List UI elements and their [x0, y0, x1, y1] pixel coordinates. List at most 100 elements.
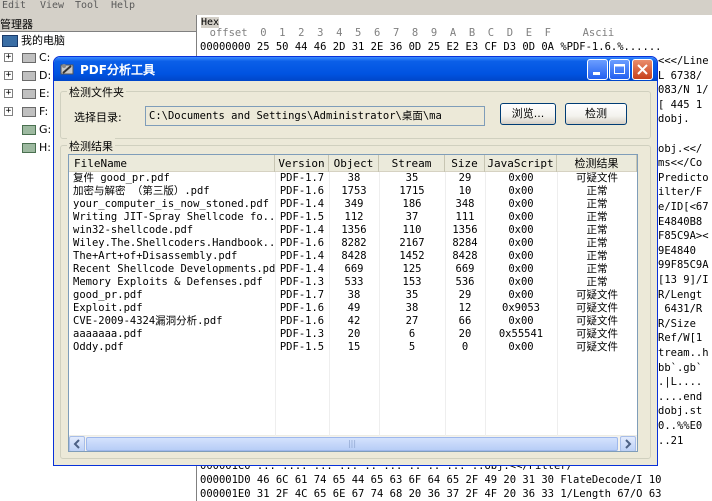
col-filename-cell: Oddy.pdf: [73, 341, 124, 353]
results-group-label: 检测结果: [67, 138, 115, 154]
browse-button[interactable]: 浏览...: [500, 103, 556, 125]
hex-ascii-fragment: 99F85C9A: [658, 259, 709, 272]
title-bar[interactable]: PDF分析工具: [54, 57, 657, 81]
col-stream-cell: 1715: [399, 185, 425, 197]
hex-ascii-fragment: R/Size: [658, 317, 703, 330]
drive-icon: [22, 71, 36, 81]
maximize-button[interactable]: [609, 59, 630, 80]
col-version-header[interactable]: Version: [275, 155, 329, 172]
col-result-cell: 可疑文件: [576, 289, 618, 301]
table-row[interactable]: Oddy.pdf PDF-1.5 15 5 0 0x00 可疑文件: [69, 341, 637, 354]
col-object-cell: 533: [344, 276, 364, 288]
col-object-cell: 669: [344, 263, 364, 275]
col-result-cell: 可疑文件: [576, 341, 618, 353]
table-row[interactable]: Recent Shellcode Developments.pdf PDF-1.4…: [69, 263, 637, 276]
table-row[interactable]: CVE-2009-4324漏洞分析.pdf PDF-1.6 42 27 66 0x00 可疑…: [69, 315, 637, 328]
col-object-cell: 42: [347, 315, 361, 327]
drive-icon: [22, 53, 36, 63]
expand-icon[interactable]: +: [4, 107, 13, 116]
expand-icon[interactable]: +: [4, 53, 13, 62]
col-stream-cell: 110: [402, 224, 422, 236]
col-result-cell: 正常: [586, 263, 608, 275]
table-row[interactable]: Exploit.pdf PDF-1.6 49 38 12 0x9053 可疑文件: [69, 302, 637, 315]
app-icon: [60, 64, 74, 75]
menu-edit[interactable]: Edit: [2, 0, 26, 11]
table-row[interactable]: Memory Exploits & Defenses.pdf PDF-1.3 533…: [69, 276, 637, 289]
col-size-cell: 8284: [452, 237, 478, 249]
col-filename-header[interactable]: FileName: [69, 155, 275, 172]
tree-item-e[interactable]: + E:: [4, 86, 50, 102]
col-filename-cell: 复件 good_pr.pdf: [73, 172, 170, 184]
scroll-right-button[interactable]: [620, 436, 636, 451]
col-stream-header[interactable]: Stream: [379, 155, 445, 172]
col-stream-cell: 35: [405, 172, 419, 184]
col-version-cell: PDF-1.5: [279, 211, 325, 223]
table-row[interactable]: Writing JIT-Spray Shellcode fo... PDF-1.5…: [69, 211, 637, 224]
col-javascript-cell: 0x00: [508, 224, 534, 236]
detect-button[interactable]: 检测: [565, 103, 627, 125]
hex-ascii-fragment: ..21: [658, 434, 684, 447]
scroll-right-arrow-icon: [625, 439, 632, 449]
col-javascript-cell: 0x00: [508, 315, 534, 327]
hex-line: 00000000 25 50 44 46 2D 31 2E 36 0D 25 E…: [200, 41, 662, 53]
col-filename-cell: Wiley.The.Shellcoders.Handbook...: [73, 237, 275, 249]
table-row[interactable]: your_computer_is_now_stoned.pdf PDF-1.4 34…: [69, 198, 637, 211]
tree-item-c[interactable]: + C:: [4, 50, 50, 66]
directory-path-field[interactable]: C:\Documents and Settings\Administrator\…: [145, 106, 485, 126]
hex-ascii-fragment: <<</Line: [658, 55, 709, 67]
menu-view[interactable]: View: [40, 0, 64, 11]
col-version-cell: PDF-1.6: [279, 237, 325, 249]
column-gridline: [445, 172, 446, 436]
col-javascript-cell: 0x00: [508, 198, 534, 210]
col-version-cell: PDF-1.6: [279, 315, 325, 327]
col-result-cell: 可疑文件: [576, 302, 618, 314]
hex-ascii-fragment: 9E4840: [658, 244, 696, 257]
table-row[interactable]: aaaaaaa.pdf PDF-1.3 20 6 20 0x55541 可疑文件: [69, 328, 637, 341]
expand-icon[interactable]: +: [4, 71, 13, 80]
hex-ascii-fragment: [ 445 1: [658, 98, 703, 111]
col-filename-cell: Memory Exploits & Defenses.pdf: [73, 276, 263, 288]
col-result-cell: 正常: [586, 276, 608, 288]
col-stream-cell: 38: [405, 302, 419, 314]
expand-icon[interactable]: +: [4, 89, 13, 98]
tree-item-d[interactable]: + D:: [4, 68, 51, 84]
col-javascript-header[interactable]: JavaScript: [485, 155, 557, 172]
col-filename-cell: good_pr.pdf: [73, 289, 143, 301]
col-result-header[interactable]: 检测结果: [557, 155, 637, 172]
col-version-cell: PDF-1.4: [279, 250, 325, 262]
select-dir-label: 选择目录:: [74, 111, 122, 124]
col-object-cell: 112: [344, 211, 364, 223]
table-row[interactable]: good_pr.pdf PDF-1.7 38 35 29 0x00 可疑文件: [69, 289, 637, 302]
results-table[interactable]: FileName Version Object Stream Size JavaScrip…: [68, 154, 638, 452]
table-row[interactable]: The+Art+of+Disassembly.pdf PDF-1.4 8428 145…: [69, 250, 637, 263]
computer-icon: [2, 35, 18, 47]
col-javascript-cell: 0x00: [508, 172, 534, 184]
table-row[interactable]: 加密与解密 （第三版）.pdf PDF-1.6 1753 1715 10 0x00 正常: [69, 185, 637, 198]
minimize-button[interactable]: [587, 59, 608, 80]
col-version-cell: PDF-1.6: [279, 302, 325, 314]
col-result-cell: 正常: [586, 237, 608, 249]
hex-ascii-fragment: [13 9]/I: [658, 274, 709, 286]
menu-help[interactable]: Help: [111, 0, 135, 11]
col-size-header[interactable]: Size: [445, 155, 485, 172]
window-title: PDF分析工具: [80, 63, 155, 77]
horizontal-scrollbar[interactable]: |||: [69, 435, 637, 451]
tree-item-h[interactable]: H:: [22, 140, 51, 156]
table-row[interactable]: 复件 good_pr.pdf PDF-1.7 38 35 29 0x00 可疑文件: [69, 172, 637, 185]
scroll-left-button[interactable]: [69, 436, 85, 451]
tree-item-g[interactable]: G:: [22, 122, 51, 138]
tree-item-my-computer[interactable]: 我的电脑: [2, 33, 65, 49]
drive-icon: [22, 89, 36, 99]
tree-item-f[interactable]: + F:: [4, 104, 48, 120]
scroll-thumb[interactable]: |||: [86, 437, 618, 451]
table-row[interactable]: win32-shellcode.pdf PDF-1.4 1356 110 1356 0x0…: [69, 224, 637, 237]
col-size-cell: 536: [455, 276, 475, 288]
close-button[interactable]: [632, 59, 653, 80]
col-object-cell: 1753: [341, 185, 367, 197]
menu-tool[interactable]: Tool: [75, 0, 99, 11]
hex-ascii-fragment: Predicto: [658, 171, 709, 184]
hex-header: offset 0 1 2 3 4 5 6 7 8 9 A B C D E F A…: [197, 27, 615, 39]
col-object-header[interactable]: Object: [329, 155, 379, 172]
col-result-cell: 可疑文件: [576, 328, 618, 340]
table-row[interactable]: Wiley.The.Shellcoders.Handbook... PDF-1.6…: [69, 237, 637, 250]
